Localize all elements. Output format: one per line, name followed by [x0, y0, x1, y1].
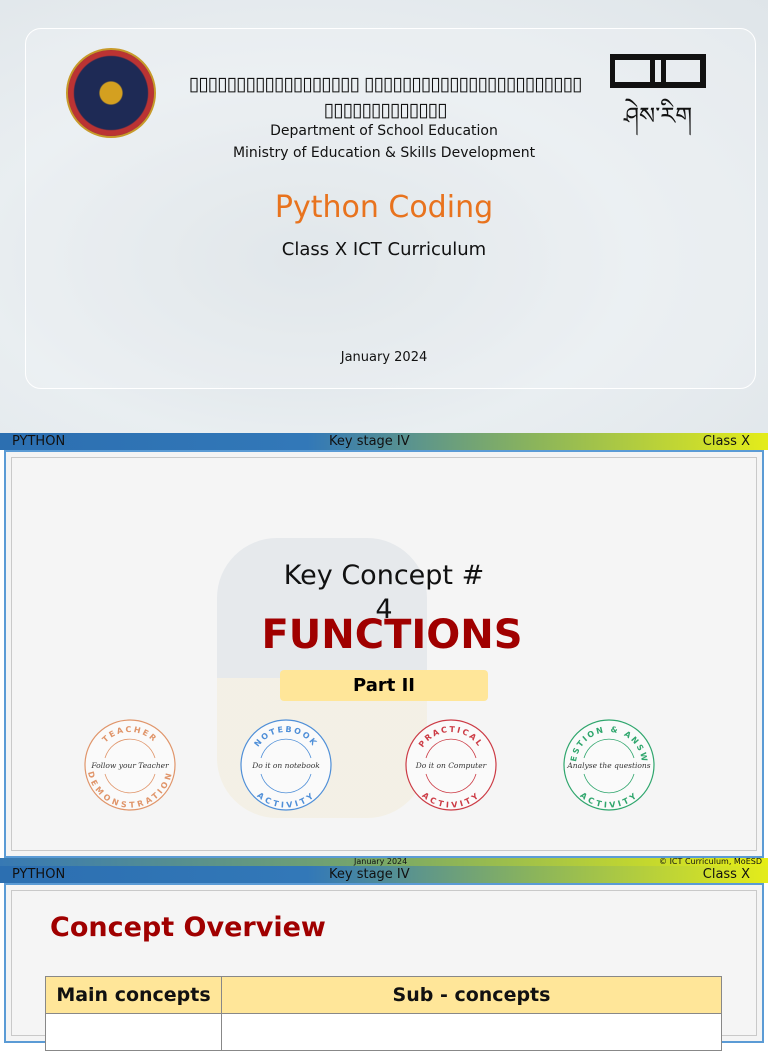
activity-badge: QUESTION & ANSWER ACTIVITY Analyse the q… — [558, 711, 656, 812]
dzongkha-title-line1: ▯▯▯▯▯▯▯▯▯▯▯▯▯▯▯▯▯▯ ▯▯▯▯▯▯▯▯▯▯▯▯▯▯▯▯▯▯▯▯▯… — [188, 73, 583, 95]
slide-header: PYTHON Key stage IV Class X — [0, 433, 768, 450]
column-header: Sub - concepts — [221, 976, 722, 1014]
key-concept-label: Key Concept # — [283, 560, 485, 591]
part-label: Part II — [280, 670, 488, 701]
activity-badge: TEACHER DEMONSTRATION Follow your Teache… — [83, 718, 177, 812]
svg-text:Do it on notebook: Do it on notebook — [251, 761, 320, 770]
slide-title: Concept Overview — [50, 912, 326, 943]
presentation-subtitle: Class X ICT Curriculum — [281, 239, 487, 260]
concept-table: Main concepts Sub - concepts — [45, 976, 722, 1051]
activity-badge: NOTEBOOK ACTIVITY Do it on notebook — [239, 718, 333, 812]
svg-text:Follow your Teacher: Follow your Teacher — [90, 761, 169, 770]
dzongkha-title-line2: ▯▯▯▯▯▯▯▯▯▯▯▯▯ — [323, 99, 448, 121]
svg-text:Analyse the questions: Analyse the questions — [566, 761, 650, 770]
activity-badge: PRACTICAL ACTIVITY Do it on Computer — [404, 718, 498, 812]
concept-title: FUNCTIONS — [261, 612, 523, 658]
moesd-logo: ཤེས་རིག — [610, 54, 706, 140]
slide-header: PYTHON Key stage IV Class X — [0, 866, 768, 883]
svg-text:Do it on Computer: Do it on Computer — [415, 761, 487, 770]
presentation-date: January 2024 — [340, 350, 428, 365]
title-slide: ▯▯▯▯▯▯▯▯▯▯▯▯▯▯▯▯▯▯ ▯▯▯▯▯▯▯▯▯▯▯▯▯▯▯▯▯▯▯▯▯… — [0, 0, 768, 433]
column-header: Main concepts — [45, 976, 222, 1014]
table-header-row: Main concepts Sub - concepts — [45, 976, 722, 1014]
presentation-title: Python Coding — [274, 190, 494, 225]
